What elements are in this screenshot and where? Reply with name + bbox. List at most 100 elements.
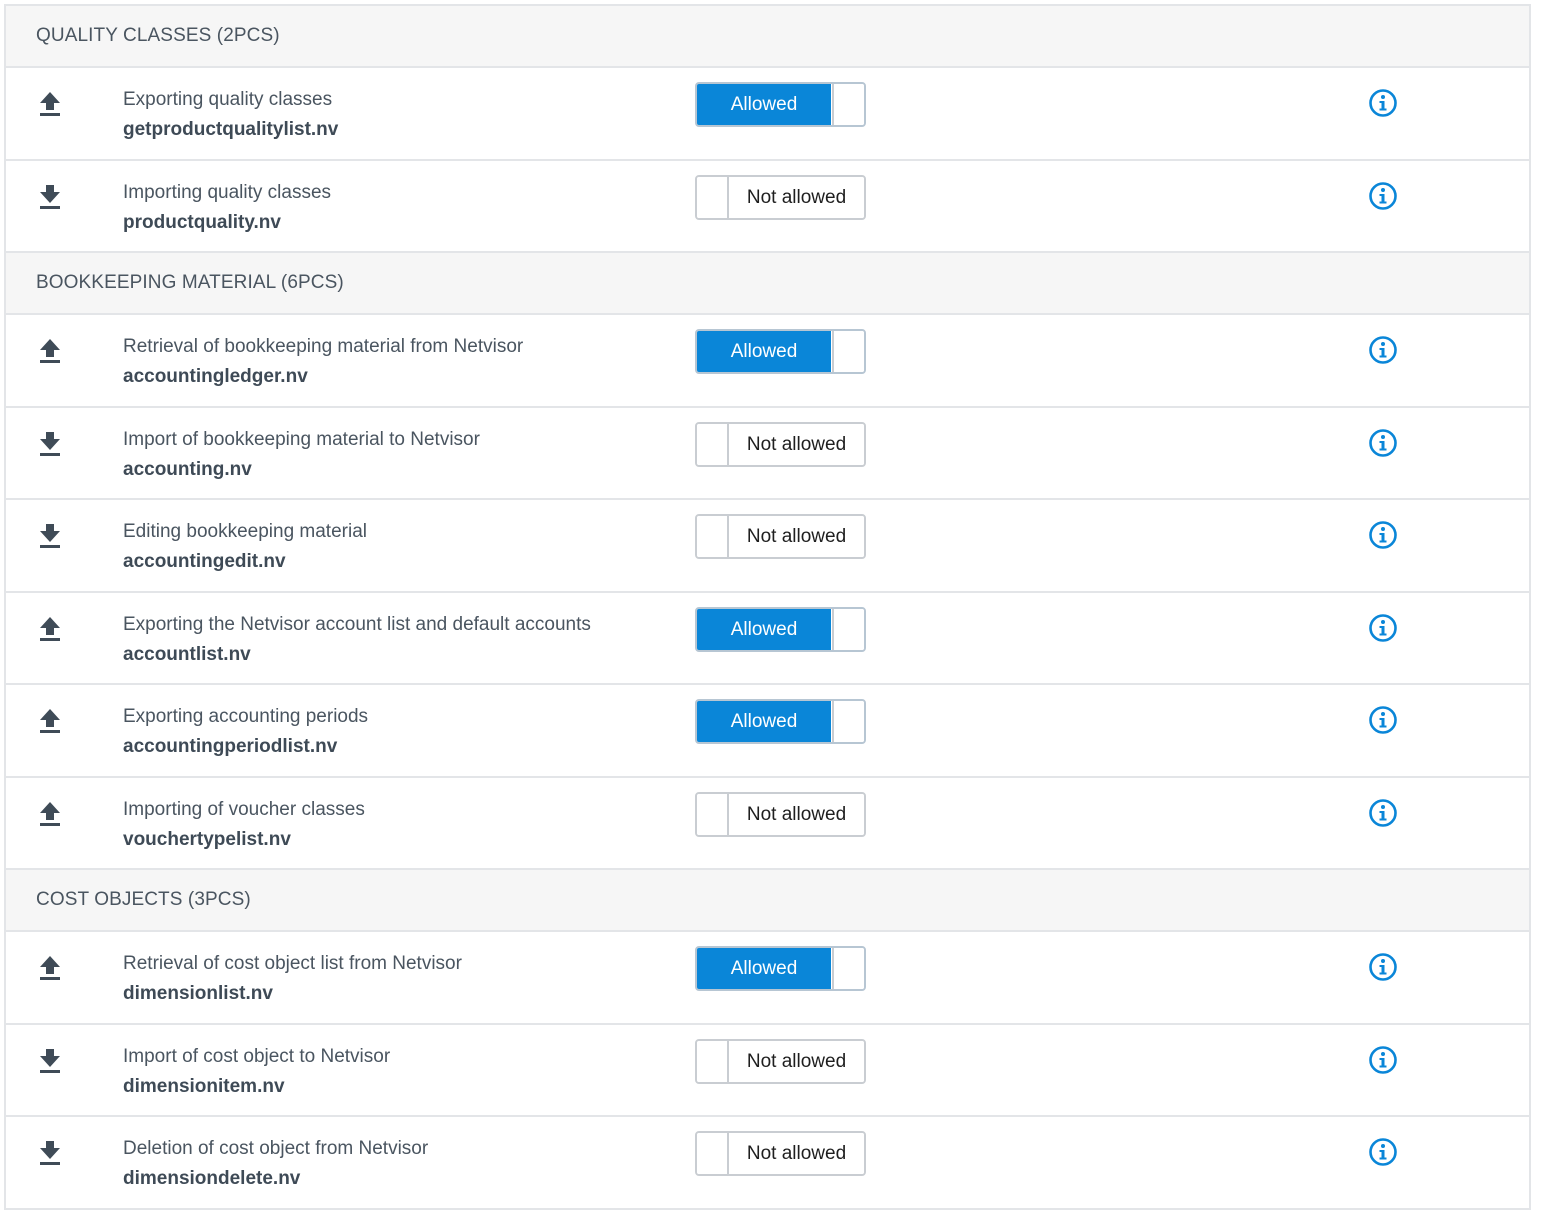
permission-text: Exporting accounting periods accountingpe…	[123, 702, 368, 762]
permission-text: Importing quality classes productquality.…	[123, 178, 331, 238]
upload-icon	[37, 707, 63, 735]
permission-toggle[interactable]: Allowed	[695, 606, 866, 652]
toggle-knob[interactable]	[697, 423, 729, 465]
toggle-knob[interactable]	[697, 1133, 729, 1174]
download-icon	[37, 1139, 63, 1167]
toggle-knob[interactable]	[697, 1040, 729, 1082]
permission-filename: productquality.nv	[123, 211, 281, 233]
toggle-knob[interactable]	[697, 793, 729, 835]
download-icon	[37, 183, 63, 211]
toggle-state-label: Allowed	[697, 84, 831, 125]
permission-text: Exporting quality classes getproductquali…	[123, 85, 338, 145]
upload-icon	[37, 337, 63, 365]
toggle-knob[interactable]	[832, 608, 864, 650]
permission-filename: accountingledger.nv	[123, 366, 308, 387]
toggle-knob[interactable]	[697, 176, 729, 218]
section-header: COST OBJECTS (3PCS)	[6, 870, 1529, 932]
toggle-knob[interactable]	[832, 701, 864, 742]
permission-text: Importing of voucher classes vouchertypel…	[123, 795, 365, 855]
info-icon[interactable]	[1368, 952, 1398, 982]
permission-row: Import of cost object to Netvisor dimensi…	[6, 1024, 1529, 1117]
permission-toggle[interactable]: Allowed	[695, 329, 866, 374]
permission-row: Retrieval of bookkeeping material from N…	[6, 315, 1529, 408]
toggle-state-label: Not allowed	[729, 793, 864, 835]
permission-title: Exporting quality classes	[123, 89, 333, 110]
permission-text: Retrieval of cost object list from Netvi…	[123, 949, 462, 1009]
download-icon	[37, 430, 63, 458]
permission-text: Import of cost object to Netvisor dimensi…	[123, 1042, 390, 1102]
info-icon[interactable]	[1368, 1045, 1398, 1075]
toggle-state-label: Allowed	[697, 331, 831, 372]
permission-row: Deletion of cost object from Netvisor dim…	[6, 1117, 1529, 1210]
upload-icon	[37, 954, 63, 982]
permission-toggle[interactable]: Not allowed	[695, 421, 866, 467]
upload-icon	[37, 615, 63, 643]
info-icon[interactable]	[1368, 705, 1398, 735]
toggle-state-label: Not allowed	[729, 516, 864, 557]
section-header: QUALITY CLASSES (2PCS)	[6, 6, 1529, 68]
info-icon[interactable]	[1368, 88, 1398, 118]
permission-filename: dimensionitem.nv	[123, 1075, 285, 1097]
toggle-knob[interactable]	[832, 331, 864, 372]
permission-text: Exporting the Netvisor account list and …	[123, 610, 591, 670]
permission-row: Exporting the Netvisor account list and …	[6, 592, 1529, 685]
upload-icon	[37, 90, 63, 118]
toggle-state-label: Allowed	[697, 701, 831, 742]
download-icon	[37, 522, 63, 550]
api-permissions-panel: QUALITY CLASSES (2PCS) Exporting quality …	[4, 4, 1531, 1210]
permission-title: Retrieval of cost object list from Netvi…	[123, 953, 462, 974]
permission-filename: accountlist.nv	[123, 643, 251, 665]
toggle-state-label: Allowed	[697, 608, 831, 650]
permission-filename: dimensiondelete.nv	[123, 1168, 301, 1189]
permission-title: Deletion of cost object from Netvisor	[123, 1138, 429, 1159]
info-icon[interactable]	[1368, 335, 1398, 365]
permission-title: Retrieval of bookkeeping material from N…	[123, 336, 524, 357]
info-icon[interactable]	[1368, 798, 1398, 828]
toggle-state-label: Not allowed	[729, 423, 864, 465]
permission-filename: accounting.nv	[123, 458, 252, 480]
permission-toggle[interactable]: Not allowed	[695, 1038, 866, 1084]
download-icon	[37, 1047, 63, 1075]
permission-title: Exporting the Netvisor account list and …	[123, 613, 591, 635]
toggle-state-label: Allowed	[697, 948, 831, 989]
permission-text: Deletion of cost object from Netvisor dim…	[123, 1134, 428, 1194]
permission-toggle[interactable]: Allowed	[695, 699, 866, 744]
info-icon[interactable]	[1368, 520, 1398, 550]
permissions-page: QUALITY CLASSES (2PCS) Exporting quality …	[0, 0, 1542, 1218]
permission-text: Editing bookkeeping material accountinged…	[123, 517, 367, 577]
toggle-knob[interactable]	[697, 516, 729, 557]
permission-toggle[interactable]: Allowed	[695, 82, 866, 127]
toggle-knob[interactable]	[832, 948, 864, 989]
info-icon[interactable]	[1368, 613, 1398, 643]
permission-title: Import of cost object to Netvisor	[123, 1045, 391, 1067]
permission-toggle[interactable]: Not allowed	[695, 1131, 866, 1176]
info-icon[interactable]	[1368, 428, 1398, 458]
permission-toggle[interactable]: Not allowed	[695, 174, 866, 220]
permission-title: Importing of voucher classes	[123, 798, 365, 820]
permission-row: Editing bookkeeping material accountinged…	[6, 500, 1529, 593]
toggle-state-label: Not allowed	[729, 176, 864, 218]
permission-row: Exporting quality classes getproductquali…	[6, 68, 1529, 161]
permission-filename: accountingedit.nv	[123, 551, 286, 572]
permission-row: Importing quality classes productquality.…	[6, 160, 1529, 253]
permission-filename: accountingperiodlist.nv	[123, 736, 338, 757]
permission-toggle[interactable]: Not allowed	[695, 791, 866, 837]
permission-toggle[interactable]: Allowed	[695, 946, 866, 991]
info-icon[interactable]	[1368, 181, 1398, 211]
toggle-state-label: Not allowed	[729, 1133, 864, 1174]
permission-text: Retrieval of bookkeeping material from N…	[123, 332, 523, 392]
permission-title: Importing quality classes	[123, 181, 332, 203]
permission-filename: vouchertypelist.nv	[123, 828, 291, 850]
permission-title: Editing bookkeeping material	[123, 521, 367, 542]
permission-filename: getproductqualitylist.nv	[123, 119, 339, 140]
toggle-state-label: Not allowed	[729, 1040, 864, 1082]
permission-row: Retrieval of cost object list from Netvi…	[6, 932, 1529, 1025]
upload-icon	[37, 800, 63, 828]
permission-toggle[interactable]: Not allowed	[695, 514, 866, 559]
toggle-knob[interactable]	[832, 84, 864, 125]
info-icon[interactable]	[1368, 1137, 1398, 1167]
permission-filename: dimensionlist.nv	[123, 983, 273, 1004]
section-header: BOOKKEEPING MATERIAL (6PCS)	[6, 253, 1529, 315]
permission-text: Import of bookkeeping material to Netvis…	[123, 425, 480, 485]
permission-row: Exporting accounting periods accountingpe…	[6, 685, 1529, 778]
